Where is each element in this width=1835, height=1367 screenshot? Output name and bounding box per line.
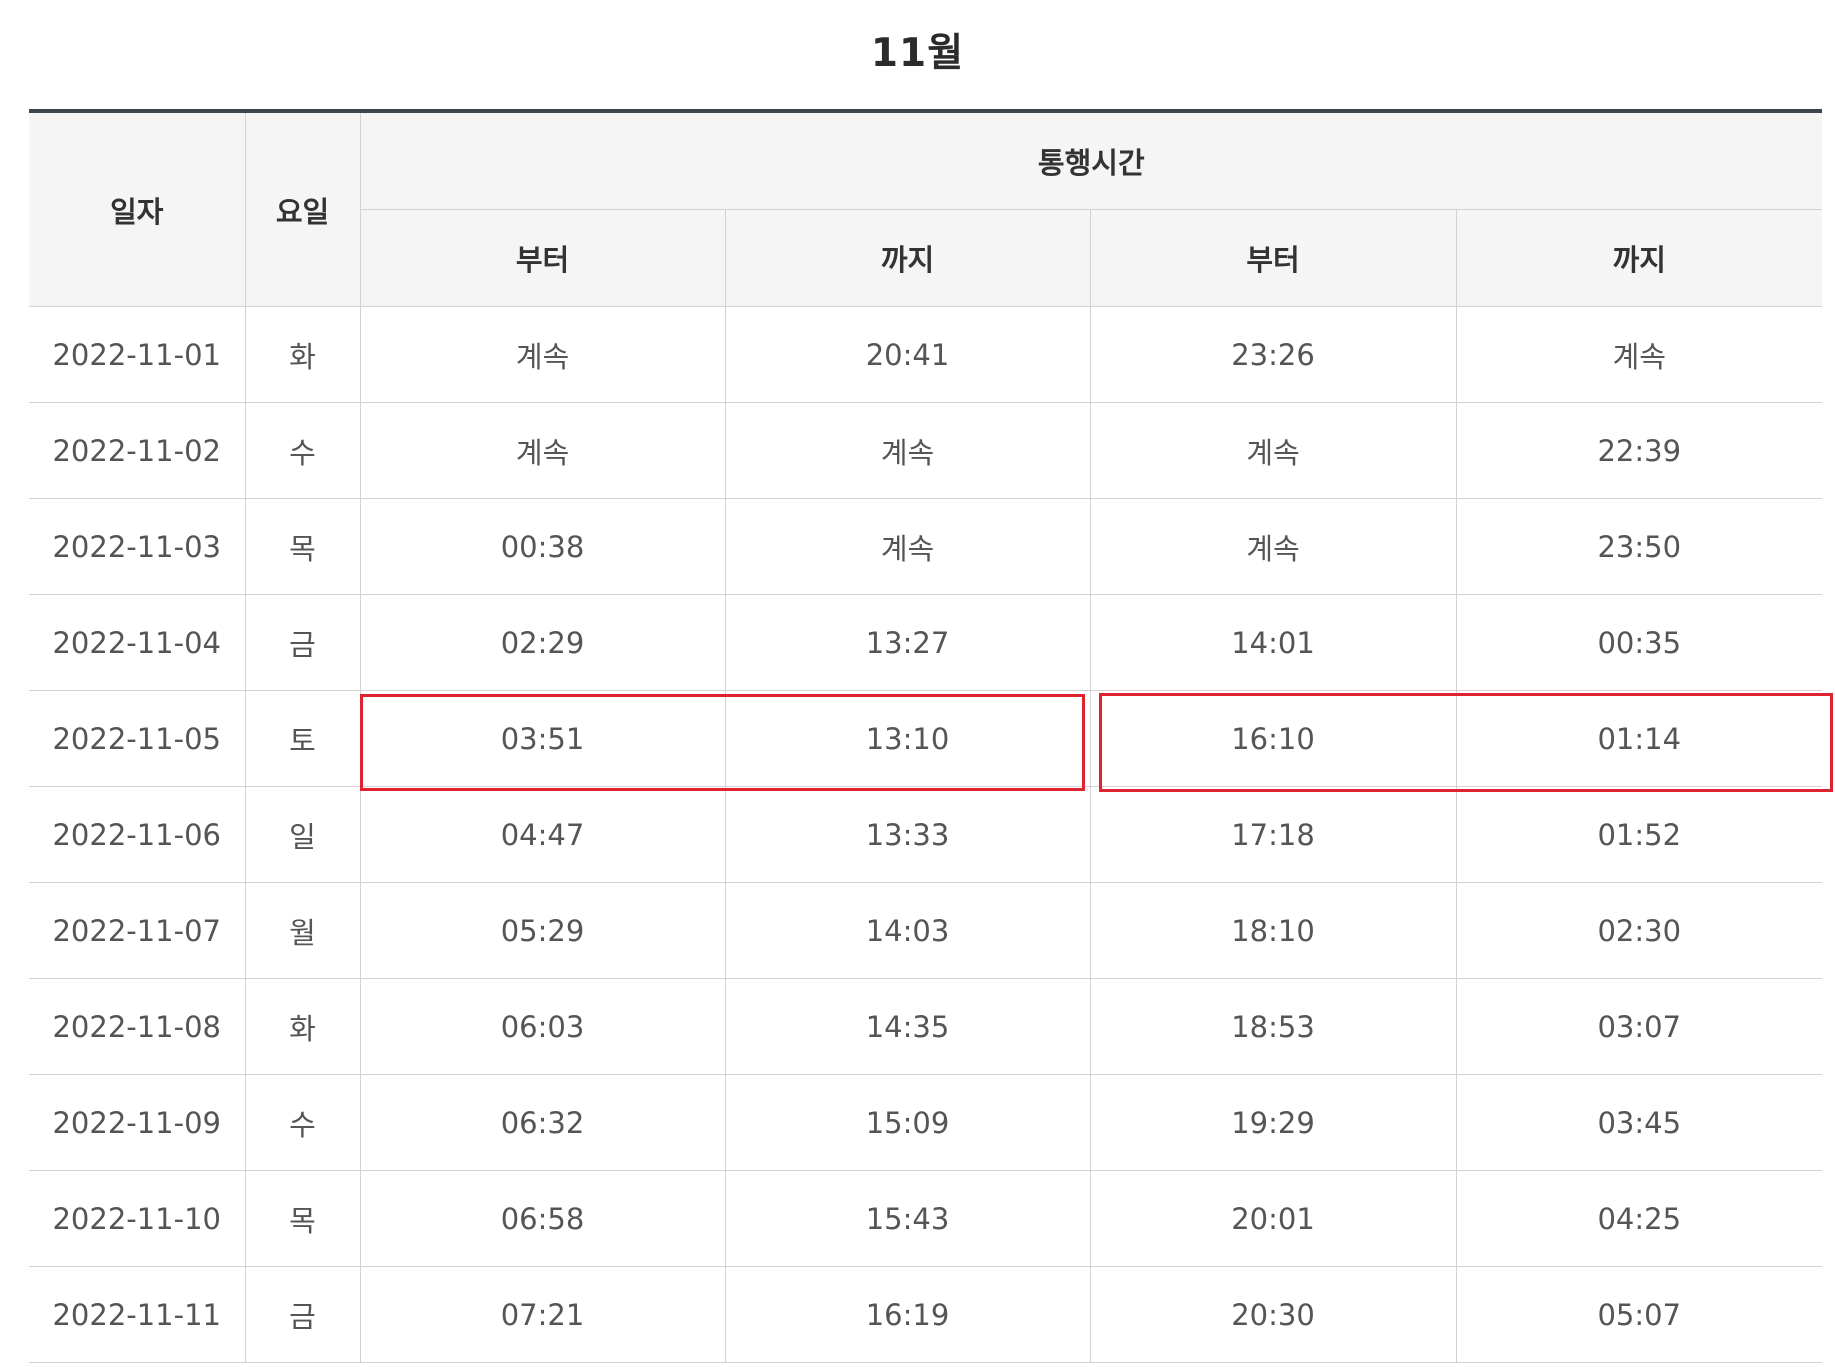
from-1-cell: 07:21: [360, 1266, 726, 1363]
date-cell: 2022-11-11: [29, 1266, 246, 1363]
to-1-cell: 15:09: [725, 1074, 1091, 1171]
header-to-2: 까지: [1456, 209, 1823, 307]
weekday-cell: 화: [245, 306, 361, 403]
header-to-1: 까지: [725, 209, 1091, 307]
weekday-cell: 일: [245, 786, 361, 883]
to-1-cell: 15:43: [725, 1170, 1091, 1267]
to-1-cell: 14:35: [725, 978, 1091, 1075]
from-2-cell: 17:18: [1090, 786, 1457, 883]
to-2-cell: 01:52: [1456, 786, 1823, 883]
weekday-cell: 금: [245, 1266, 361, 1363]
from-1-cell: 계속: [360, 306, 726, 403]
from-1-cell: 03:51: [360, 690, 726, 787]
header-date: 일자: [29, 111, 246, 307]
from-2-cell: 20:30: [1090, 1266, 1457, 1363]
table-row: 2022-11-01 화 계속 20:41 23:26 계속: [29, 306, 1823, 403]
weekday-cell: 월: [245, 882, 361, 979]
table-body: 2022-11-01 화 계속 20:41 23:26 계속 2022-11-02 수 계속 계속…: [29, 306, 1823, 1363]
from-2-cell: 19:29: [1090, 1074, 1457, 1171]
weekday-cell: 금: [245, 594, 361, 691]
to-1-cell: 13:27: [725, 594, 1091, 691]
from-1-cell: 04:47: [360, 786, 726, 883]
to-2-cell: 00:35: [1456, 594, 1823, 691]
header-from-2: 부터: [1090, 209, 1457, 307]
to-2-cell: 02:30: [1456, 882, 1823, 979]
from-1-cell: 06:03: [360, 978, 726, 1075]
date-cell: 2022-11-09: [29, 1074, 246, 1171]
to-2-cell: 23:50: [1456, 498, 1823, 595]
to-1-cell: 13:10: [725, 690, 1091, 787]
date-cell: 2022-11-02: [29, 402, 246, 499]
table-row: 2022-11-02 수 계속 계속 계속 22:39: [29, 402, 1823, 499]
to-2-cell: 05:07: [1456, 1266, 1823, 1363]
tide-table-container: 일자 요일 통행시간 부터 까지 부터 까지 2022-11-01 화 계속 20:4…: [29, 109, 1833, 1363]
to-2-cell: 04:25: [1456, 1170, 1823, 1267]
from-1-cell: 06:32: [360, 1074, 726, 1171]
date-cell: 2022-11-10: [29, 1170, 246, 1267]
header-from-1: 부터: [360, 209, 726, 307]
to-2-cell: 03:07: [1456, 978, 1823, 1075]
weekday-cell: 목: [245, 498, 361, 595]
date-cell: 2022-11-08: [29, 978, 246, 1075]
weekday-cell: 토: [245, 690, 361, 787]
table-row: 2022-11-07 월 05:29 14:03 18:10 02:30: [29, 882, 1823, 979]
weekday-cell: 화: [245, 978, 361, 1075]
table-row: 2022-11-10 목 06:58 15:43 20:01 04:25: [29, 1170, 1823, 1267]
date-cell: 2022-11-01: [29, 306, 246, 403]
from-2-cell: 20:01: [1090, 1170, 1457, 1267]
from-1-cell: 계속: [360, 402, 726, 499]
to-2-cell: 22:39: [1456, 402, 1823, 499]
table-row: 2022-11-06 일 04:47 13:33 17:18 01:52: [29, 786, 1823, 883]
from-2-cell: 계속: [1090, 402, 1457, 499]
to-2-cell: 계속: [1456, 306, 1823, 403]
table-row: 2022-11-04 금 02:29 13:27 14:01 00:35: [29, 594, 1823, 691]
from-2-cell: 23:26: [1090, 306, 1457, 403]
table-row: 2022-11-09 수 06:32 15:09 19:29 03:45: [29, 1074, 1823, 1171]
to-1-cell: 13:33: [725, 786, 1091, 883]
table-row: 2022-11-03 목 00:38 계속 계속 23:50: [29, 498, 1823, 595]
header-weekday: 요일: [245, 111, 361, 307]
table-row: 2022-11-11 금 07:21 16:19 20:30 05:07: [29, 1266, 1823, 1363]
passage-time-table: 일자 요일 통행시간 부터 까지 부터 까지 2022-11-01 화 계속 20:4…: [29, 109, 1823, 1363]
table-row: 2022-11-05 토 03:51 13:10 16:10 01:14: [29, 690, 1823, 787]
table-row: 2022-11-08 화 06:03 14:35 18:53 03:07: [29, 978, 1823, 1075]
from-1-cell: 06:58: [360, 1170, 726, 1267]
to-1-cell: 계속: [725, 402, 1091, 499]
from-2-cell: 계속: [1090, 498, 1457, 595]
from-1-cell: 00:38: [360, 498, 726, 595]
to-1-cell: 14:03: [725, 882, 1091, 979]
date-cell: 2022-11-06: [29, 786, 246, 883]
from-2-cell: 16:10: [1090, 690, 1457, 787]
from-2-cell: 18:10: [1090, 882, 1457, 979]
table-header: 일자 요일 통행시간 부터 까지 부터 까지: [29, 111, 1823, 307]
weekday-cell: 수: [245, 402, 361, 499]
date-cell: 2022-11-05: [29, 690, 246, 787]
to-2-cell: 03:45: [1456, 1074, 1823, 1171]
from-1-cell: 05:29: [360, 882, 726, 979]
page-title: 11월: [870, 31, 965, 76]
weekday-cell: 목: [245, 1170, 361, 1267]
to-2-cell: 01:14: [1456, 690, 1823, 787]
weekday-cell: 수: [245, 1074, 361, 1171]
to-1-cell: 계속: [725, 498, 1091, 595]
to-1-cell: 16:19: [725, 1266, 1091, 1363]
header-passage-time: 통행시간: [360, 111, 1823, 210]
date-cell: 2022-11-04: [29, 594, 246, 691]
from-2-cell: 14:01: [1090, 594, 1457, 691]
date-cell: 2022-11-03: [29, 498, 246, 595]
from-2-cell: 18:53: [1090, 978, 1457, 1075]
to-1-cell: 20:41: [725, 306, 1091, 403]
from-1-cell: 02:29: [360, 594, 726, 691]
date-cell: 2022-11-07: [29, 882, 246, 979]
